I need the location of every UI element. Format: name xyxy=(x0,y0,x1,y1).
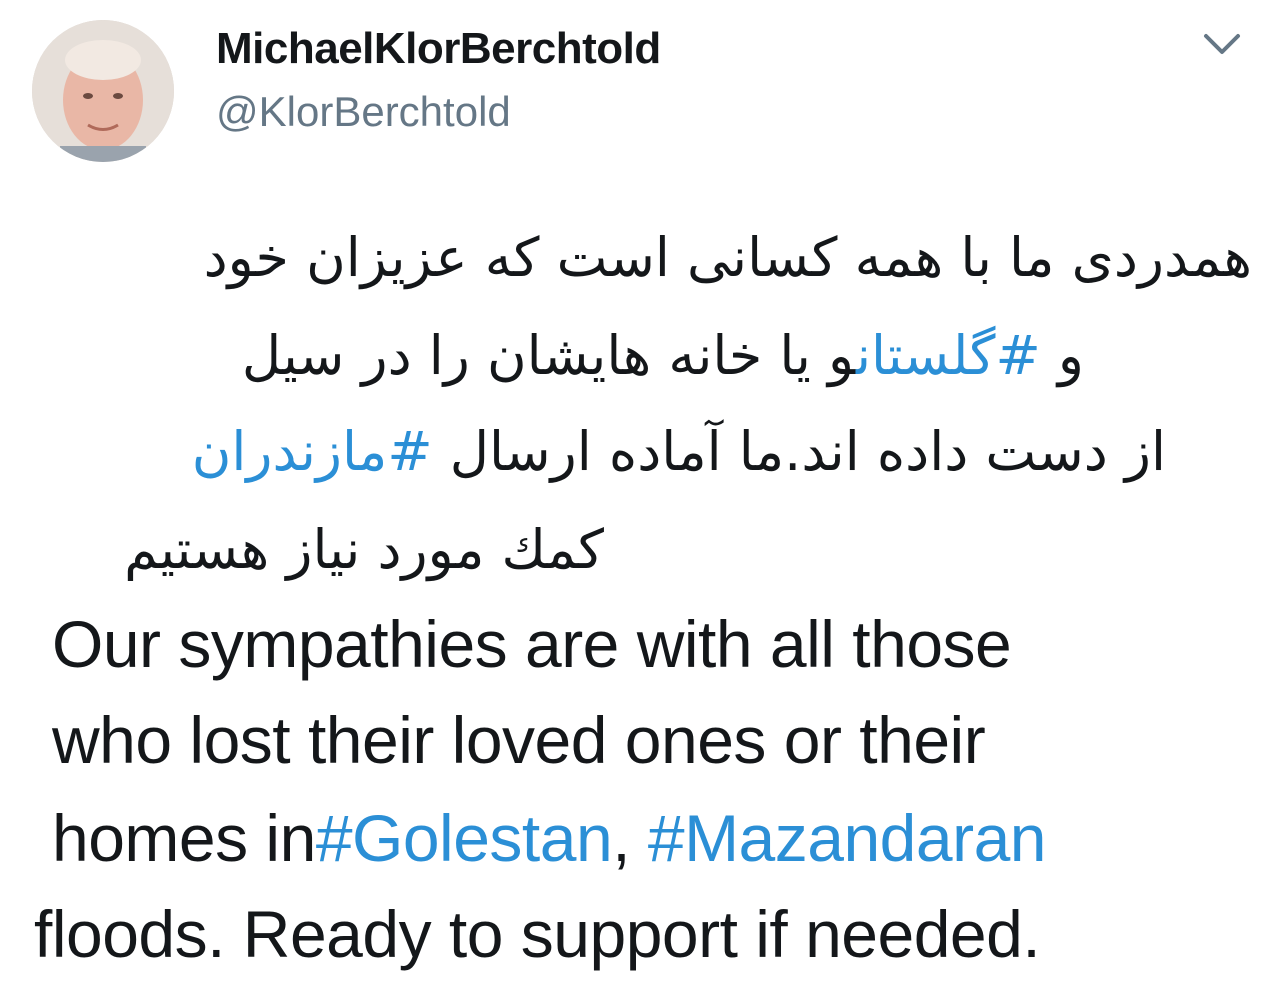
chevron-down-icon[interactable] xyxy=(1200,26,1244,62)
display-name[interactable]: MichaelKlorBerchtold xyxy=(216,24,661,74)
user-handle[interactable]: @KlorBerchtold xyxy=(216,88,511,136)
tweet-text-segment: , xyxy=(612,801,648,875)
tweet-text-segment: و xyxy=(1040,324,1084,387)
tweet-text-en-line-2: who lost their loved ones or their xyxy=(52,703,986,777)
hashtag-mazandaran[interactable]: #Mazandaran xyxy=(648,801,1047,875)
hashtag-golestan[interactable]: #Golestan xyxy=(316,801,613,875)
tweet-text-segment: از دست داده اند.ما آماده ارسال xyxy=(432,420,1166,483)
tweet-text-fa-line-1: همدردی ما با همه کسانی است که عزیزان خود xyxy=(204,226,1252,289)
tweet-text-fa-line-1-text: همدردی ما با همه کسانی است که عزیزان خود xyxy=(203,226,1252,289)
tweet-text-fa-line-2: و #گلستانو یا خانه هایشان را در سیل xyxy=(242,324,1084,387)
hashtag-mazandaran-fa[interactable]: #مازندران xyxy=(192,420,433,483)
tweet-text-fa-line-4-text: کمك مورد نیاز هستیم xyxy=(124,518,604,581)
tweet-text-fa-line-4: کمك مورد نیاز هستیم xyxy=(124,518,604,581)
hashtag-golestan-fa[interactable]: #گلستان xyxy=(856,324,1041,387)
tweet-text-segment: و یا خانه هایشان را در سیل xyxy=(241,324,856,387)
profile-photo-icon xyxy=(32,20,174,162)
tweet-card: MichaelKlorBerchtold @KlorBerchtold همدر… xyxy=(0,0,1280,996)
tweet-text-en-line-4: floods. Ready to support if needed. xyxy=(34,897,1041,971)
tweet-text-en-line-3: homes in#Golestan, #Mazandaran xyxy=(52,800,1046,876)
avatar[interactable] xyxy=(32,20,174,162)
tweet-text-fa-line-3: از دست داده اند.ما آماده ارسال #مازندران xyxy=(192,420,1166,483)
tweet-text-segment: homes in xyxy=(52,801,316,875)
tweet-text-en-line-1: Our sympathies are with all those xyxy=(52,607,1012,681)
